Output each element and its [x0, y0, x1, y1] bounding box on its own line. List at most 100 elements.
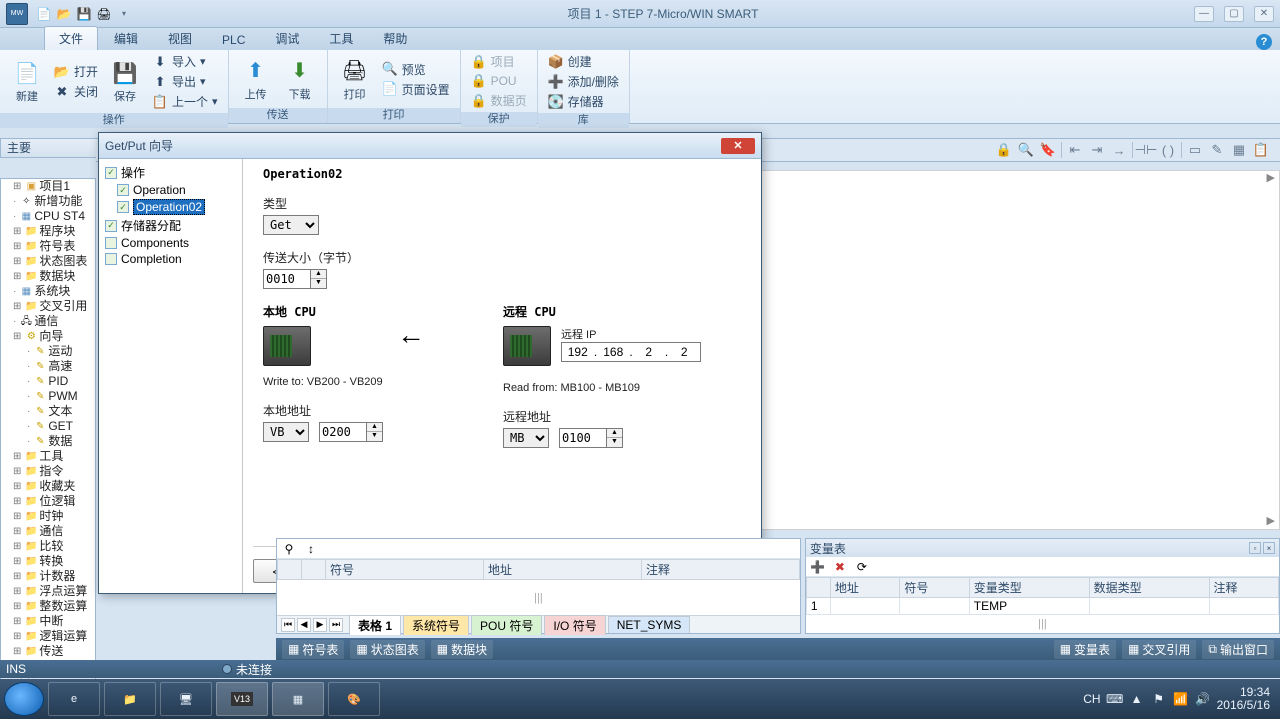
taskbar-ie[interactable]: e	[48, 682, 100, 716]
keyboard-icon[interactable]: ⌨	[1107, 691, 1123, 707]
print-button[interactable]: 🖨打印	[334, 55, 376, 104]
remote-offset-spinner[interactable]: ▲▼	[559, 428, 623, 448]
tab-edit[interactable]: 编辑	[100, 27, 152, 50]
help-icon[interactable]: ?	[1256, 34, 1272, 50]
lib-create[interactable]: 📦创建	[544, 52, 623, 71]
size-input[interactable]	[263, 269, 311, 289]
scroll-corner-icon[interactable]: ▶	[1267, 514, 1275, 527]
tray-up-icon[interactable]: ▲	[1129, 691, 1145, 707]
print-icon[interactable]: 🖨	[96, 6, 112, 22]
sheet-tab[interactable]: 系统符号	[403, 615, 469, 635]
lib-add-remove[interactable]: ➕添加/删除	[544, 72, 623, 91]
nav-memory[interactable]: ✓存储器分配	[101, 216, 240, 235]
nav-root[interactable]: ✓操作	[101, 163, 240, 182]
previous-button[interactable]: 📋上一个 ▾	[148, 92, 222, 111]
network-icon[interactable]: 📶	[1173, 691, 1189, 707]
taskbar-paint[interactable]: 🎨	[328, 682, 380, 716]
taskbar-remote[interactable]: 🖥	[160, 682, 212, 716]
volume-icon[interactable]: 🔊	[1195, 691, 1211, 707]
nav-components[interactable]: Components	[101, 235, 240, 251]
save-icon[interactable]: 💾	[76, 6, 92, 22]
edit-icon[interactable]: ✎	[1208, 141, 1226, 159]
add-icon[interactable]: ➕	[810, 559, 826, 575]
export-button[interactable]: ⬆导出 ▾	[148, 72, 222, 91]
new-button[interactable]: 📄新建	[6, 57, 48, 106]
tab-file[interactable]: 文件	[44, 26, 98, 50]
save-button[interactable]: 💾保存	[104, 57, 146, 106]
next-icon[interactable]: ▶	[313, 618, 327, 632]
type-select[interactable]: Get	[263, 215, 319, 235]
copy-icon[interactable]: 📋	[1252, 141, 1270, 159]
sort-icon[interactable]: ↕	[303, 541, 319, 557]
lib-memory[interactable]: 💽存储器	[544, 92, 623, 111]
taskbar-explorer[interactable]: 📁	[104, 682, 156, 716]
sheet-tab[interactable]: POU 符号	[471, 615, 542, 635]
footer-tab[interactable]: ▦ 数据块	[431, 640, 493, 659]
tab-debug[interactable]: 调试	[261, 27, 313, 50]
refresh-icon[interactable]: ⟳	[854, 559, 870, 575]
maximize-button[interactable]: ▢	[1224, 6, 1244, 22]
remote-offset-input[interactable]	[559, 428, 607, 448]
bookmark-icon[interactable]: 🔖	[1039, 141, 1057, 159]
taskbar-smart[interactable]: ▦	[272, 682, 324, 716]
footer-tab[interactable]: ▦ 变量表	[1054, 640, 1116, 659]
coil-icon[interactable]: ( )	[1159, 141, 1177, 159]
ime-indicator[interactable]: CH	[1083, 692, 1100, 706]
new-icon[interactable]: 📄	[36, 6, 52, 22]
preview-button[interactable]: 🔍预览	[378, 60, 454, 79]
scroll-right-icon[interactable]: ▶	[1267, 171, 1275, 184]
sheet-tab[interactable]: I/O 符号	[544, 615, 605, 635]
upload-button[interactable]: ⬆上传	[235, 55, 277, 104]
symbol-table[interactable]: 符号 地址 注释	[277, 559, 800, 580]
lock-icon[interactable]: 🔒	[995, 141, 1013, 159]
remote-mem-select[interactable]: MB	[503, 428, 549, 448]
last-icon[interactable]: ⏭	[329, 618, 343, 632]
protect-data[interactable]: 🔒数据页	[467, 91, 531, 110]
box-icon[interactable]: ▭	[1186, 141, 1204, 159]
local-mem-select[interactable]: VB	[263, 422, 309, 442]
local-offset-input[interactable]	[319, 422, 367, 442]
close-button-ribbon[interactable]: ✖关闭	[50, 82, 102, 101]
open-button[interactable]: 📂打开	[50, 62, 102, 81]
dialog-title-bar[interactable]: Get/Put 向导 ✕	[99, 133, 761, 159]
dialog-close-button[interactable]: ✕	[721, 138, 755, 154]
tab-tools[interactable]: 工具	[315, 27, 367, 50]
open-icon[interactable]: 📂	[56, 6, 72, 22]
tab-plc[interactable]: PLC	[208, 30, 259, 50]
size-spinner[interactable]: ▲▼	[263, 269, 741, 289]
start-button[interactable]	[4, 682, 44, 716]
clock[interactable]: 19:34 2016/5/16	[1217, 686, 1270, 712]
spin-up-icon[interactable]: ▲	[311, 270, 326, 279]
find-icon[interactable]: 🔍	[1017, 141, 1035, 159]
nav-operation[interactable]: ✓Operation	[101, 182, 240, 198]
protect-pou[interactable]: 🔒POU	[467, 72, 531, 90]
taskbar-tia[interactable]: V13	[216, 682, 268, 716]
footer-tab[interactable]: ▦ 符号表	[282, 640, 344, 659]
import-button[interactable]: ⬇导入 ▾	[148, 52, 222, 71]
local-offset-spinner[interactable]: ▲▼	[319, 422, 383, 442]
project-tree[interactable]: ▣项目1 ✧新增功能 ▦CPU ST4 📁程序块 📁符号表 📁状态图表 📁数据块…	[0, 178, 96, 663]
nav-completion[interactable]: Completion	[101, 251, 240, 267]
minimize-button[interactable]: —	[1194, 6, 1214, 22]
align-left-icon[interactable]: ⇤	[1066, 141, 1084, 159]
prev-icon[interactable]: ◀	[297, 618, 311, 632]
qat-dropdown-icon[interactable]: ▾	[116, 6, 132, 22]
grid-icon[interactable]: ▦	[1230, 141, 1248, 159]
footer-tab[interactable]: ▦ 状态图表	[350, 640, 424, 659]
sheet-tab[interactable]: NET_SYMS	[608, 616, 691, 633]
download-button[interactable]: ⬇下载	[279, 55, 321, 104]
close-panel-icon[interactable]: ×	[1263, 542, 1275, 554]
spin-down-icon[interactable]: ▼	[311, 279, 326, 288]
delete-icon[interactable]: ✖	[832, 559, 848, 575]
page-setup-button[interactable]: 📄页面设置	[378, 80, 454, 99]
tab-view[interactable]: 视图	[154, 27, 206, 50]
sheet-tab-active[interactable]: 表格 1	[349, 615, 401, 635]
remote-ip-input[interactable]: 192. 168. 2. 2	[561, 342, 701, 362]
align-right-icon[interactable]: ⇥	[1088, 141, 1106, 159]
close-button[interactable]: ✕	[1254, 6, 1274, 22]
tab-help[interactable]: 帮助	[369, 27, 421, 50]
flag-icon[interactable]: ⚑	[1151, 691, 1167, 707]
pin-icon[interactable]: ▫	[1249, 542, 1261, 554]
first-icon[interactable]: ⏮	[281, 618, 295, 632]
nav-operation02[interactable]: ✓Operation02	[101, 198, 240, 216]
